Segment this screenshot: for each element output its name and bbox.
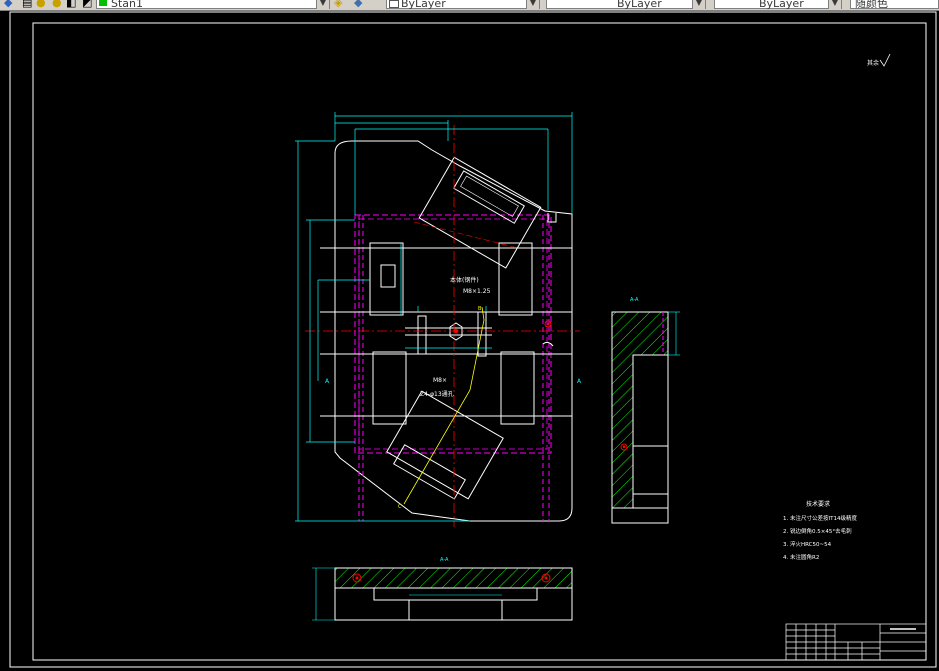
plot-style-combo[interactable]: 随颜色 bbox=[850, 0, 939, 10]
point-label-b: B bbox=[478, 306, 482, 312]
main-plan-view[interactable]: B C A A 本体(钢件) M8×1.25 M8× Z4-φ13通孔 bbox=[305, 125, 582, 527]
chevron-down-icon[interactable]: ▼ bbox=[526, 0, 539, 9]
color-combo[interactable]: ByLayer ▼ bbox=[386, 0, 540, 10]
lineweight-value: ByLayer bbox=[759, 0, 804, 10]
linetype-combo[interactable]: ByLayer ▼ bbox=[546, 0, 706, 10]
roughness-mark: 其余 bbox=[867, 53, 891, 67]
drawing-canvas[interactable]: 其余 B C A A 本体(钢件) M8×1.25 M8× Z4-φ13通孔 A… bbox=[0, 11, 939, 671]
roughness-text: 其余 bbox=[867, 59, 879, 67]
section-arrow-left: A bbox=[325, 378, 330, 385]
technical-notes: 技术要求 1. 未注尺寸公差按IT14级精度 2. 锐边倒角0.5×45°去毛刺… bbox=[783, 500, 857, 561]
chevron-down-icon[interactable]: ▼ bbox=[316, 0, 329, 9]
layer-manager-icon[interactable]: ◆ bbox=[354, 0, 362, 9]
point-label-c: C bbox=[398, 504, 402, 510]
linetype-value: ByLayer bbox=[617, 0, 662, 10]
text-style-combo[interactable]: Stan1 ▼ bbox=[96, 0, 330, 10]
color-swatch-icon bbox=[389, 0, 399, 8]
body-label-3: M8× bbox=[433, 377, 447, 384]
notes-title: 技术要求 bbox=[806, 500, 830, 508]
note-4: 4. 未注圆角R2 bbox=[783, 553, 819, 561]
side-view-title: A-A bbox=[630, 297, 639, 303]
swatch-icon bbox=[99, 0, 107, 6]
make-current-icon[interactable]: ◈ bbox=[334, 0, 342, 9]
chevron-down-icon[interactable]: ▼ bbox=[828, 0, 841, 9]
note-3: 3. 淬火HRC50~54 bbox=[783, 540, 832, 548]
layer-previous-icon[interactable]: ◧ bbox=[66, 0, 76, 9]
color-value: ByLayer bbox=[401, 0, 446, 10]
body-label-4: Z4-φ13通孔 bbox=[420, 390, 454, 398]
note-2: 2. 锐边倒角0.5×45°去毛刺 bbox=[783, 527, 852, 535]
lower-inclined-slot bbox=[386, 390, 504, 500]
chevron-down-icon[interactable]: ▼ bbox=[692, 0, 705, 9]
plot-style-value: 随颜色 bbox=[855, 0, 888, 10]
lineweight-combo[interactable]: ByLayer ▼ bbox=[714, 0, 842, 10]
sun-icon[interactable]: ● bbox=[36, 0, 46, 9]
lock-icon[interactable]: ● bbox=[52, 0, 62, 9]
properties-toolbar: ◆ ▤ ● ● ◧ ◩ Stan1 ▼ ◈ ◆ ByLayer ▼ ByLaye… bbox=[0, 0, 939, 11]
section-arrow-right: A bbox=[577, 378, 582, 385]
text-style-value: Stan1 bbox=[111, 0, 144, 10]
bottom-section-view[interactable]: A-A bbox=[312, 557, 573, 621]
dimensions bbox=[295, 112, 573, 522]
side-section-view[interactable]: A-A bbox=[611, 297, 680, 524]
layer-state-icon[interactable]: ▤ bbox=[22, 0, 32, 9]
match-icon[interactable]: ◩ bbox=[82, 0, 92, 9]
note-1: 1. 未注尺寸公差按IT14级精度 bbox=[783, 514, 857, 522]
layer-icon[interactable]: ◆ bbox=[4, 0, 12, 9]
title-block bbox=[785, 623, 927, 661]
upper-inclined-slot bbox=[418, 156, 542, 269]
body-label-2: M8×1.25 bbox=[463, 288, 491, 295]
bottom-view-title: A-A bbox=[440, 557, 449, 563]
body-label-1: 本体(钢件) bbox=[450, 276, 479, 284]
